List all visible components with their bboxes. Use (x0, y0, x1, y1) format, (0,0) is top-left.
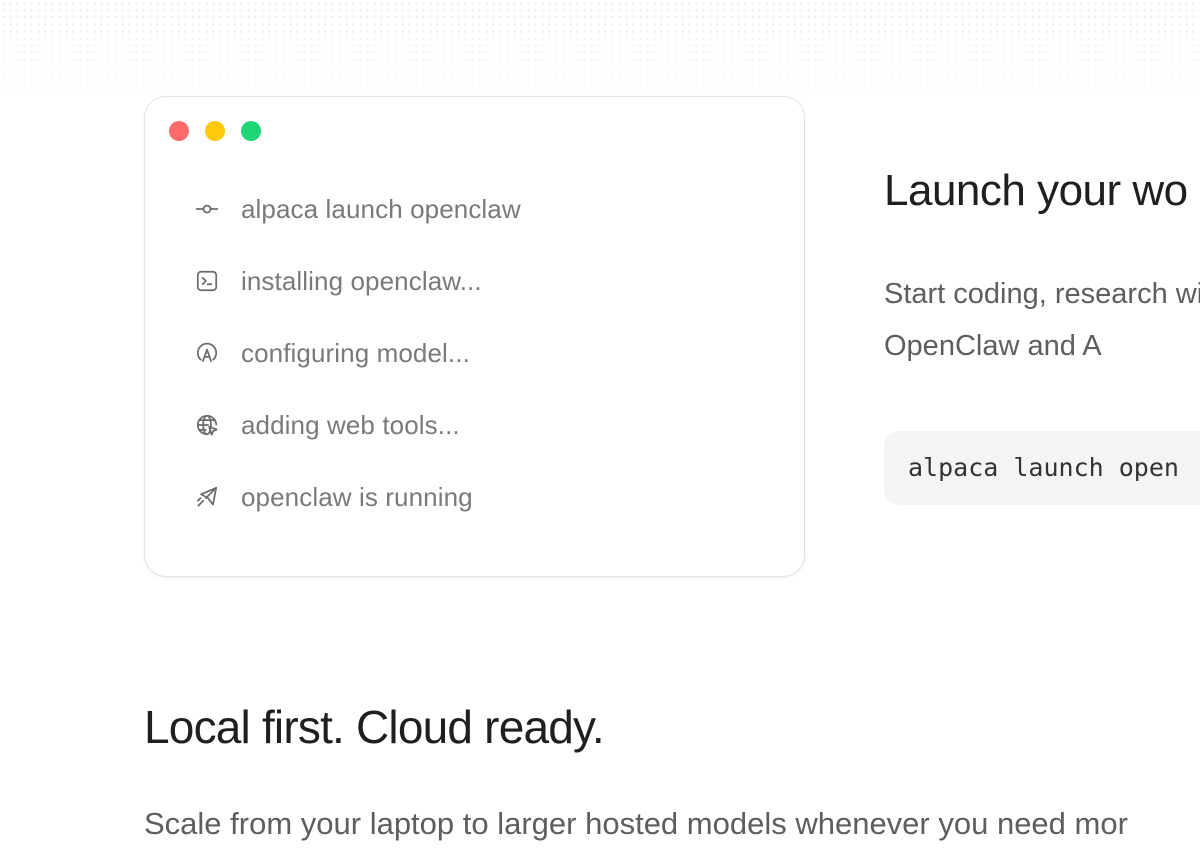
dotted-background (0, 0, 1200, 108)
maximize-window-dot[interactable] (241, 121, 261, 141)
launch-heading: Launch your wo (884, 166, 1188, 215)
launch-steps-list: alpaca launch openclaw installing opencl… (193, 189, 521, 549)
step-text: adding web tools... (241, 409, 460, 440)
send-icon (193, 483, 221, 511)
step-launch: alpaca launch openclaw (193, 189, 521, 229)
launch-description: Start coding, research with OpenClaw and… (884, 278, 1200, 362)
page: alpaca launch openclaw installing opencl… (0, 0, 1200, 854)
step-text: installing openclaw... (241, 265, 482, 296)
model-icon (193, 339, 221, 367)
close-window-dot[interactable] (169, 121, 189, 141)
minimize-window-dot[interactable] (205, 121, 225, 141)
step-text: openclaw is running (241, 481, 473, 512)
git-commit-icon (193, 195, 221, 223)
window-controls (169, 121, 261, 141)
local-description: Scale from your laptop to larger hosted … (144, 806, 1128, 841)
step-installing: installing openclaw... (193, 261, 521, 301)
terminal-icon (193, 267, 221, 295)
step-web-tools: adding web tools... (193, 405, 521, 445)
local-heading: Local first. Cloud ready. (144, 701, 605, 753)
step-configuring: configuring model... (193, 333, 521, 373)
terminal-window: alpaca launch openclaw installing opencl… (144, 96, 805, 577)
step-running: openclaw is running (193, 477, 521, 517)
command-snippet[interactable]: alpaca launch open (884, 431, 1200, 505)
command-text: alpaca launch open (908, 453, 1179, 482)
globe-cursor-icon (193, 411, 221, 439)
step-text: configuring model... (241, 337, 470, 368)
step-text: alpaca launch openclaw (241, 193, 521, 224)
